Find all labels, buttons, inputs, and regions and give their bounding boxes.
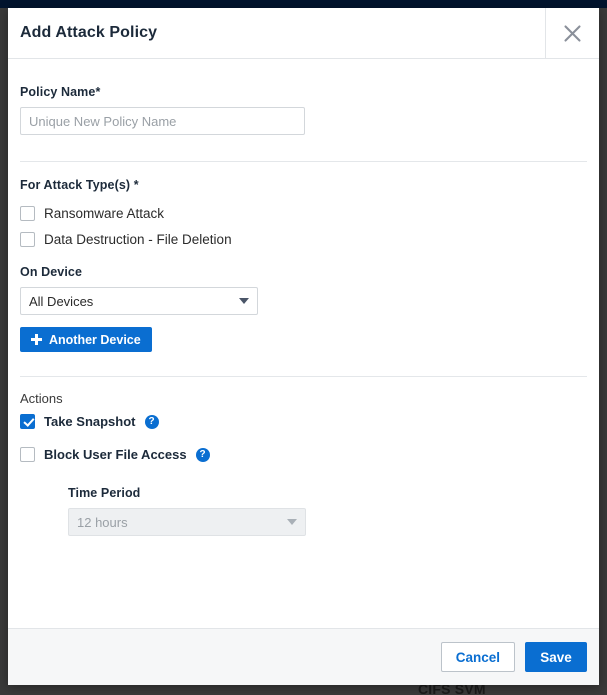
checkbox-label-data-destruction: Data Destruction - File Deletion: [44, 232, 232, 247]
checkbox-row-block-user-file-access[interactable]: Block User File Access ?: [20, 447, 587, 462]
policy-name-label: Policy Name*: [20, 85, 587, 99]
time-period-select[interactable]: 12 hours: [68, 508, 306, 536]
save-button[interactable]: Save: [525, 642, 587, 672]
actions-label: Actions: [20, 391, 587, 406]
checkbox-block-user-file-access[interactable]: [20, 447, 35, 462]
time-period-label: Time Period: [68, 486, 587, 500]
time-period-select-wrap: 12 hours: [68, 508, 306, 536]
policy-name-input[interactable]: [20, 107, 305, 135]
help-icon-take-snapshot[interactable]: ?: [145, 415, 159, 429]
dialog-title: Add Attack Policy: [8, 8, 545, 58]
app-topbar: [0, 0, 607, 8]
cancel-button[interactable]: Cancel: [441, 642, 515, 672]
on-device-select[interactable]: All Devices: [20, 287, 258, 315]
close-icon[interactable]: [545, 8, 599, 58]
on-device-select-wrap: All Devices: [20, 287, 258, 315]
checkbox-data-destruction[interactable]: [20, 232, 35, 247]
checkbox-ransomware-attack[interactable]: [20, 206, 35, 221]
dialog-footer: Cancel Save: [8, 628, 599, 685]
chevron-down-icon: [287, 519, 297, 525]
add-another-device-label: Another Device: [49, 333, 141, 347]
chevron-down-icon: [239, 298, 249, 304]
checkbox-row-data-destruction[interactable]: Data Destruction - File Deletion: [20, 232, 587, 247]
checkbox-label-take-snapshot: Take Snapshot: [44, 414, 136, 429]
dialog-header: Add Attack Policy: [8, 8, 599, 59]
checkbox-take-snapshot[interactable]: [20, 414, 35, 429]
checkbox-row-ransomware[interactable]: Ransomware Attack: [20, 206, 587, 221]
attack-types-label: For Attack Type(s) *: [20, 178, 587, 192]
checkbox-label-ransomware-attack: Ransomware Attack: [44, 206, 164, 221]
dialog-body: Policy Name* For Attack Type(s) * Ransom…: [8, 59, 599, 628]
on-device-selected-value: All Devices: [29, 294, 93, 309]
time-period-selected-value: 12 hours: [77, 515, 128, 530]
add-attack-policy-dialog: Add Attack Policy Policy Name* For Attac…: [8, 8, 599, 685]
checkbox-label-block-user-file-access: Block User File Access: [44, 447, 187, 462]
checkbox-row-take-snapshot[interactable]: Take Snapshot ?: [20, 414, 587, 429]
add-another-device-button[interactable]: Another Device: [20, 327, 152, 352]
help-icon-block-user-file-access[interactable]: ?: [196, 448, 210, 462]
on-device-label: On Device: [20, 265, 587, 279]
plus-icon: [31, 334, 42, 345]
